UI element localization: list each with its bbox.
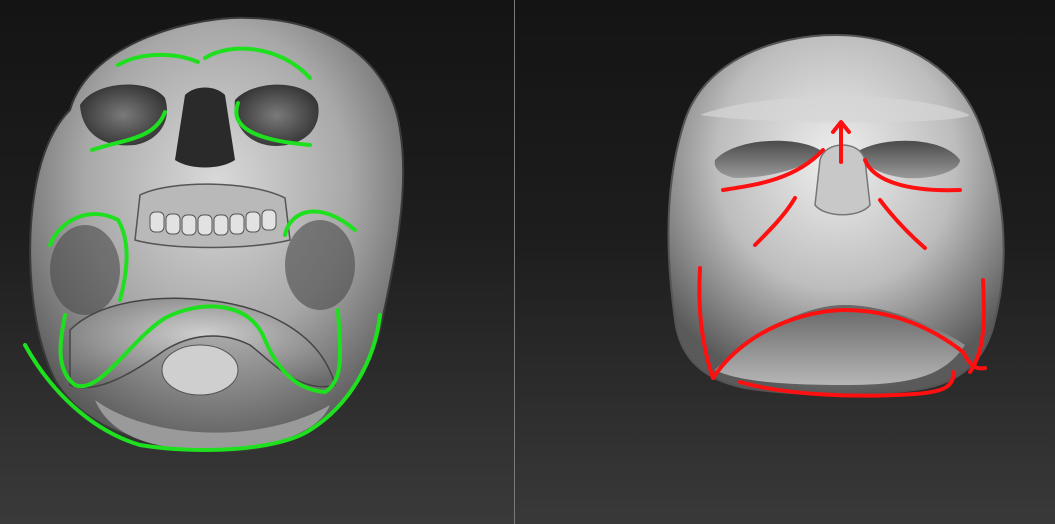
left-zygoma-shadow (50, 225, 120, 315)
skull-render (23, 16, 405, 452)
skull-viewport[interactable] (0, 0, 514, 524)
face-mask-render (667, 33, 1005, 398)
split-view-canvas (0, 0, 1055, 524)
foramen-area (161, 344, 239, 396)
right-zygoma-shadow (285, 220, 355, 310)
face-viewport[interactable] (515, 0, 1055, 524)
